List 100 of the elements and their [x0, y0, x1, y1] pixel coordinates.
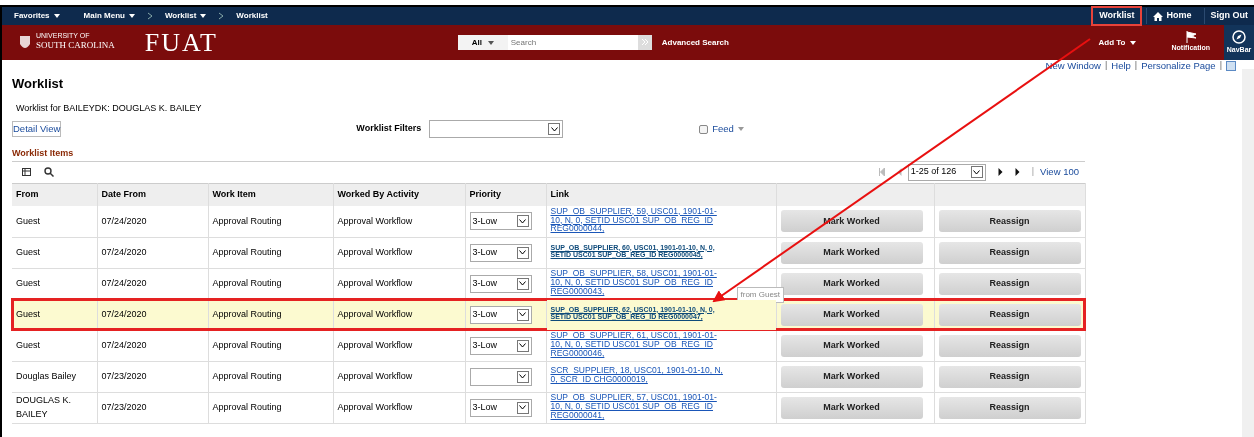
last-page-icon[interactable] [1014, 168, 1020, 176]
mark-worked-button[interactable]: Mark Worked [780, 272, 923, 295]
previous-icon[interactable] [896, 168, 902, 176]
add-to-menu[interactable]: Add To [1092, 35, 1142, 50]
worklist-owner: Worklist for BAILEYDK: DOUGLAS K. BAILEY [16, 101, 203, 115]
next-icon[interactable] [997, 168, 1003, 176]
table-cell: Guest [12, 206, 97, 237]
record-link[interactable]: SUP_OB_SUPPLIER, 57, USC01, 1901-01-10, N, 0, SETID USC01 SUP_OB_REG_ID REG0000041, [550, 392, 727, 420]
reassign-button[interactable]: Reassign [938, 210, 1081, 233]
double-chevron-icon [640, 38, 649, 47]
column-header: From [12, 183, 97, 206]
view-100-link[interactable]: View 100 [1040, 164, 1079, 180]
table-cell: 07/24/2020 [97, 206, 208, 237]
table-cell: 07/23/2020 [97, 361, 208, 392]
priority-dropdown[interactable]: 3-Low [469, 305, 532, 324]
chevron-down-icon [973, 169, 981, 175]
table-cell: 07/24/2020 [97, 237, 208, 268]
app-name: FUAT [144, 27, 218, 59]
table-cell: 07/24/2020 [97, 330, 208, 361]
column-header: Link [546, 183, 776, 206]
mark-worked-button[interactable]: Mark Worked [780, 303, 923, 326]
reassign-button[interactable]: Reassign [938, 396, 1081, 419]
page-link[interactable]: Personalize Page [1141, 58, 1216, 74]
mark-worked-button[interactable]: Mark Worked [780, 241, 923, 264]
menu-item[interactable]: Main Menu [71, 10, 147, 22]
table-cell: Approval Workflow [333, 361, 465, 392]
table-cell: Approval Workflow [333, 237, 465, 268]
flag-icon [1184, 31, 1197, 44]
chevron-down-icon [519, 218, 526, 224]
table-cell: Approval Routing [208, 237, 333, 268]
table-cell: 07/24/2020 [97, 299, 208, 330]
mark-worked-button[interactable]: Mark Worked [780, 396, 923, 419]
nav-link[interactable]: Worklist [1093, 8, 1141, 24]
nav-link[interactable]: Home [1146, 8, 1198, 24]
reassign-button[interactable]: Reassign [938, 272, 1081, 295]
page-range-dropdown[interactable]: 1-25 of 126 [907, 163, 986, 181]
chevron-down-icon [519, 250, 526, 255]
table-cell: Guest [12, 237, 97, 268]
table-cell: Guest [12, 268, 97, 299]
table-cell: Approval Workflow [333, 330, 465, 361]
priority-dropdown[interactable]: 3-Low [469, 398, 532, 417]
table-cell: Approval Routing [208, 330, 333, 361]
record-link[interactable]: SUP_OB_SUPPLIER, 59, USC01, 1901-01-10, N, 0, SETID USC01 SUP_OB_REG_ID REG0000044, [550, 206, 727, 234]
table-cell: Approval Routing [208, 392, 333, 423]
reassign-button[interactable]: Reassign [938, 241, 1081, 264]
reassign-button[interactable]: Reassign [938, 365, 1081, 388]
feed-checkbox[interactable] [699, 124, 709, 134]
column-header: Priority [465, 183, 546, 206]
mark-worked-button[interactable]: Mark Worked [780, 334, 923, 357]
reassign-button[interactable]: Reassign [938, 334, 1081, 357]
chevron-down-icon [550, 126, 558, 132]
search-icon[interactable] [44, 167, 54, 177]
page-title: Worklist [12, 75, 65, 93]
feed-link[interactable]: Feed [712, 121, 734, 137]
table-cell: Approval Routing [208, 299, 333, 330]
chevron-down-icon [519, 405, 526, 410]
advanced-search-link[interactable]: Advanced Search [655, 35, 735, 50]
record-link[interactable]: SUP_OB_SUPPLIER, 58, USC01, 1901-01-10, N, 0, SETID USC01 SUP_OB_REG_ID REG0000043, [550, 268, 727, 296]
record-link[interactable]: SCR_SUPPLIER, 18, USC01, 1901-01-10, N, 0, SCR_ID CHG0000019, [550, 366, 727, 385]
table-cell: DOUGLAS K. BAILEY [12, 392, 97, 423]
compass-icon [1232, 29, 1246, 44]
table-cell: Approval Routing [208, 268, 333, 299]
priority-dropdown[interactable]: 3-Low [469, 336, 532, 355]
mark-worked-button[interactable]: Mark Worked [780, 365, 923, 388]
section-title: Worklist Items [12, 147, 75, 160]
menu-item[interactable]: Worklist [224, 10, 280, 22]
filters-label: Worklist Filters [356, 122, 422, 136]
page-icon[interactable] [1226, 61, 1236, 71]
table-cell: Approval Workflow [333, 268, 465, 299]
menu-item[interactable]: Favorites [2, 10, 72, 22]
priority-dropdown[interactable]: 3-Low [469, 212, 532, 231]
table-cell: Approval Routing [208, 361, 333, 392]
chevron-down-icon [519, 343, 526, 348]
home-icon [1153, 11, 1164, 21]
menu-item[interactable]: Worklist [152, 10, 219, 22]
table-cell: Approval Workflow [333, 392, 465, 423]
scope-dropdown[interactable]: All [457, 35, 508, 50]
reassign-button[interactable]: Reassign [938, 303, 1081, 326]
column-header: Work Item [208, 183, 333, 206]
priority-dropdown[interactable]: 3-Low [469, 243, 532, 262]
pager-separator: | [1031, 165, 1035, 179]
priority-dropdown[interactable]: 3-Low [469, 274, 532, 293]
nav-link[interactable]: Sign Out [1203, 8, 1254, 24]
page-link[interactable]: Help [1111, 58, 1131, 74]
table-cell: Approval Routing [208, 206, 333, 237]
filters-dropdown[interactable] [429, 120, 564, 138]
detail-view-link[interactable]: Detail View [12, 120, 62, 138]
record-link[interactable]: SUP_OB_SUPPLIER, 61, USC01, 1901-01-10, N, 0, SETID USC01 SUP_OB_REG_ID REG0000046, [550, 330, 727, 358]
link-separator: | [1219, 59, 1222, 73]
link-separator: | [1134, 59, 1138, 73]
table-cell: Approval Workflow [333, 206, 465, 237]
grid-settings-icon[interactable] [22, 167, 32, 177]
table-cell: Douglas Bailey [12, 361, 97, 392]
chevron-down-icon [519, 312, 526, 317]
priority-dropdown[interactable] [469, 367, 532, 386]
table-cell: Guest [12, 299, 97, 330]
table-cell: Approval Workflow [333, 299, 465, 330]
search-field[interactable]: Search [507, 35, 638, 50]
table-cell: 07/24/2020 [97, 268, 208, 299]
column-header: Date From [97, 183, 208, 206]
